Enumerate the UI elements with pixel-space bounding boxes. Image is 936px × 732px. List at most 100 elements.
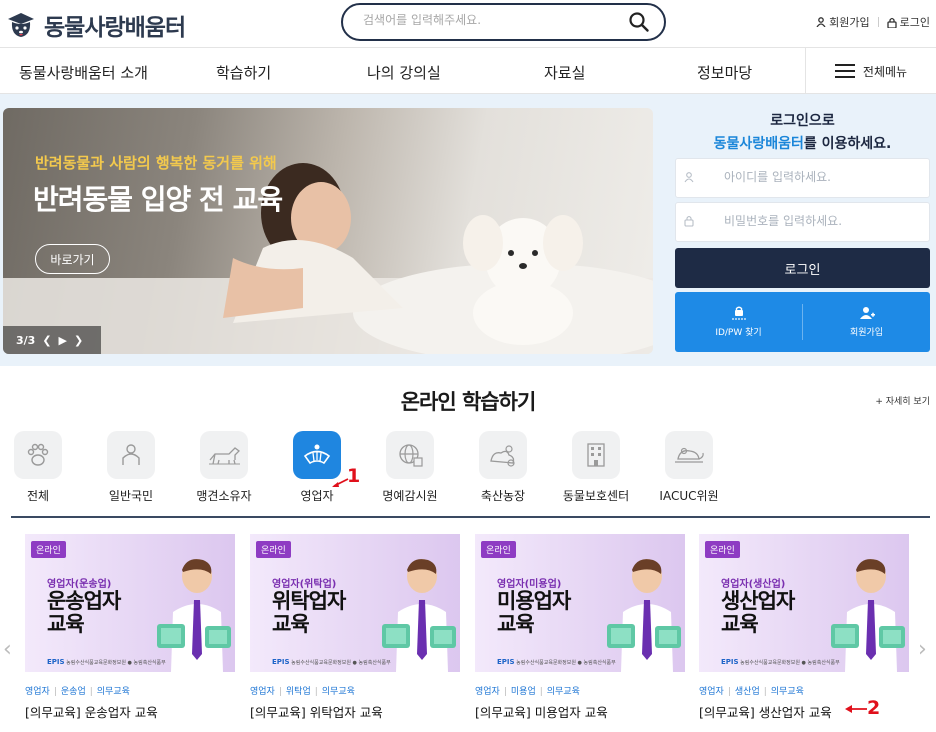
- search-icon[interactable]: [628, 11, 650, 33]
- epis-logo: EPIS: [272, 658, 290, 666]
- epis-logo: EPIS: [721, 658, 739, 666]
- course-card-consignment[interactable]: 온라인 영업자(위탁업) 위탁업자 교육 EPIS 농림수산식품교육문화정보원 ●…: [250, 534, 460, 721]
- next-icon[interactable]: ❯: [74, 334, 83, 347]
- epis-logo: EPIS: [497, 658, 515, 666]
- login-button[interactable]: 로그인: [675, 248, 930, 288]
- person-add-icon: [859, 307, 875, 319]
- course-headline-line1: 생산업자: [721, 589, 795, 613]
- nav-item-info[interactable]: 정보마당: [697, 62, 752, 83]
- course-card-transport[interactable]: 온라인 영업자(운송업) 운송업자 교육 EPIS 농림수산식품교육문화정보원 ●…: [25, 534, 235, 721]
- all-menu-button[interactable]: 전체메뉴: [805, 48, 936, 94]
- category-label: 일반국민: [108, 489, 154, 503]
- tag: 영업자: [475, 687, 500, 697]
- tag: 미용업: [500, 687, 536, 697]
- tag: 영업자: [25, 687, 50, 697]
- course-thumbnail: 온라인 영업자(미용업) 미용업자 교육 EPIS 농림수산식품교육문화정보원 ●…: [475, 534, 685, 672]
- category-label: 맹견소유자: [196, 489, 252, 503]
- nav-item-intro[interactable]: 동물사랑배움터 소개: [19, 62, 148, 83]
- course-headline-line2: 교육: [721, 612, 759, 636]
- course-title[interactable]: [의무교육] 운송업자 교육: [25, 702, 235, 721]
- search-input[interactable]: [363, 13, 623, 27]
- more-link[interactable]: + 자세히 보기: [875, 394, 930, 407]
- dog-graduate-icon: [8, 13, 34, 37]
- course-thumbnail: 온라인 영업자(운송업) 운송업자 교육 EPIS 농림수산식품교육문화정보원 ●…: [25, 534, 235, 672]
- presenter-illustration: [831, 559, 905, 672]
- hamburger-icon: [834, 64, 855, 78]
- category-honorary-monitor[interactable]: 명예감시원: [375, 431, 445, 504]
- course-title[interactable]: [의무교육] 위탁업자 교육: [250, 702, 460, 721]
- online-section-title: 온라인 학습하기: [400, 390, 537, 414]
- course-tags: 영업자위탁업의무교육: [250, 684, 460, 697]
- id-input[interactable]: [724, 170, 914, 184]
- online-badge: 온라인: [705, 541, 740, 558]
- login-link[interactable]: 로그인: [886, 14, 930, 30]
- ministry-name: 농림축산식품부: [807, 660, 840, 666]
- join-link[interactable]: 회원가입: [816, 14, 870, 30]
- nav-item-archive[interactable]: 자료실: [544, 62, 585, 83]
- org-name: 농림수산식품교육문화정보원: [740, 660, 800, 666]
- lock-icon: [684, 215, 694, 227]
- sale-icon: [293, 431, 341, 479]
- category-livestock-farm[interactable]: 축산농장: [468, 431, 538, 504]
- presenter-illustration: [157, 559, 231, 672]
- online-badge: 온라인: [31, 541, 66, 558]
- course-headline: 생산업자 교육: [721, 589, 795, 636]
- category-all[interactable]: 전체: [3, 431, 73, 504]
- course-headline-line2: 교육: [497, 612, 535, 636]
- carousel-next-icon[interactable]: ›: [918, 637, 927, 662]
- login-brand: 동물사랑배움터: [713, 136, 804, 152]
- category-iacuc[interactable]: IACUC위원: [654, 431, 724, 504]
- course-tags: 영업자운송업의무교육: [25, 684, 235, 697]
- online-badge: 온라인: [481, 541, 516, 558]
- building-icon: [572, 431, 620, 479]
- login-link-label: 로그인: [899, 16, 930, 29]
- org-name: 농림수산식품교육문화정보원: [66, 660, 126, 666]
- course-headline-line2: 교육: [272, 612, 310, 636]
- course-card-breeding[interactable]: 온라인 영업자(생산업) 생산업자 교육 EPIS 농림수산식품교육문화정보원 ●…: [699, 534, 909, 721]
- carousel-prev-icon[interactable]: ‹: [3, 637, 12, 662]
- site-logo[interactable]: 동물사랑배움터: [6, 8, 186, 42]
- course-card-grooming[interactable]: 온라인 영업자(미용업) 미용업자 교육 EPIS 농림수산식품교육문화정보원 ●…: [475, 534, 685, 721]
- course-footer: EPIS 농림수산식품교육문화정보원 ● 농림축산식품부: [272, 658, 391, 666]
- course-headline: 미용업자 교육: [497, 590, 571, 636]
- course-headline-line1: 운송업자: [47, 589, 121, 613]
- all-menu-label: 전체메뉴: [862, 64, 908, 79]
- utility-links: 회원가입 로그인: [816, 14, 930, 30]
- category-dangerous-dog-owner[interactable]: 맹견소유자: [189, 431, 259, 504]
- category-business-operator[interactable]: 영업자: [282, 431, 352, 504]
- tag: 생산업: [724, 687, 760, 697]
- login-heading: 로그인으로: [770, 113, 835, 129]
- person-outline-icon: [107, 431, 155, 479]
- nav-item-learn[interactable]: 학습하기: [216, 62, 271, 83]
- lock-icon: [886, 17, 897, 28]
- prev-icon[interactable]: ❮: [42, 334, 51, 347]
- banner-subtitle: 반려동물과 사람의 행복한 동거를 위해: [35, 154, 277, 172]
- online-badge: 온라인: [256, 541, 291, 558]
- password-field: [675, 202, 930, 242]
- main-banner[interactable]: 반려동물과 사람의 행복한 동거를 위해 반려동물 입양 전 교육 바로가기 3…: [3, 108, 653, 354]
- nav-item-my-classroom[interactable]: 나의 강의실: [367, 62, 441, 83]
- join-button[interactable]: 회원가입: [803, 292, 930, 352]
- find-id-pw-button[interactable]: ID/PW 찾기: [675, 292, 802, 352]
- course-title[interactable]: [의무교육] 미용업자 교육: [475, 702, 685, 721]
- password-input[interactable]: [724, 214, 914, 228]
- category-animal-shelter[interactable]: 동물보호센터: [561, 431, 631, 504]
- category-public[interactable]: 일반국민: [96, 431, 166, 504]
- paw-icon: [14, 431, 62, 479]
- banner-pager: 3/3 ❮ ▶ ❯: [3, 326, 101, 354]
- section-divider: [11, 516, 930, 518]
- find-id-pw-label: ID/PW 찾기: [715, 328, 762, 338]
- banner-go-button[interactable]: 바로가기: [35, 244, 110, 274]
- play-icon[interactable]: ▶: [59, 334, 67, 347]
- join-label: 회원가입: [849, 328, 884, 338]
- person-icon: [816, 17, 826, 27]
- epis-logo: EPIS: [47, 658, 65, 666]
- category-label: 명예감시원: [382, 489, 438, 503]
- annotation-marker-2: 2: [867, 697, 881, 719]
- presenter-illustration: [382, 559, 456, 672]
- category-label: 영업자: [300, 489, 334, 503]
- category-label: 축산농장: [480, 489, 526, 503]
- category-label: 전체: [26, 489, 50, 503]
- banner-title: 반려동물 입양 전 교육: [33, 183, 283, 216]
- course-headline: 위탁업자 교육: [272, 590, 346, 636]
